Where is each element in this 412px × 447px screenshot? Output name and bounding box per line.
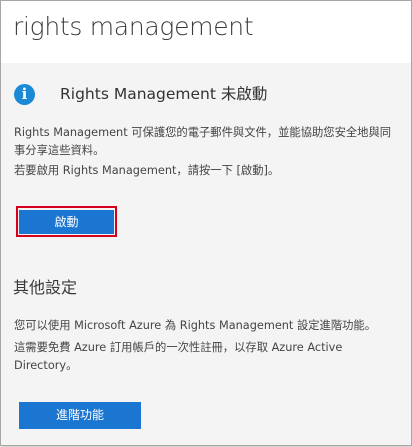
info-icon: i [14, 84, 35, 105]
page-header: rights management [1, 1, 411, 63]
status-heading: Rights Management 未啟動 [60, 85, 268, 103]
activate-button[interactable]: 啟動 [19, 210, 114, 234]
description-text: Rights Management 可保護您的電子郵件與文件，並能協助您安全地與… [14, 126, 392, 157]
rights-management-window: rights management i Rights Management 未啟… [0, 0, 412, 446]
rights-management-panel: i Rights Management 未啟動 Rights Managemen… [1, 63, 411, 445]
other-settings-heading: 其他設定 [13, 278, 78, 297]
azure-description-text: 您可以使用 Microsoft Azure 為 Rights Managemen… [14, 319, 377, 332]
activate-prompt-text: 若要啟用 Rights Management，請按一下 [啟動]。 [14, 164, 280, 177]
page-title: rights management [13, 12, 254, 41]
azure-subscription-note: 這需要免費 Azure 訂用帳戶的一次性註冊，以存取 Azure Active … [14, 341, 343, 372]
advanced-features-button[interactable]: 進階功能 [19, 402, 141, 429]
